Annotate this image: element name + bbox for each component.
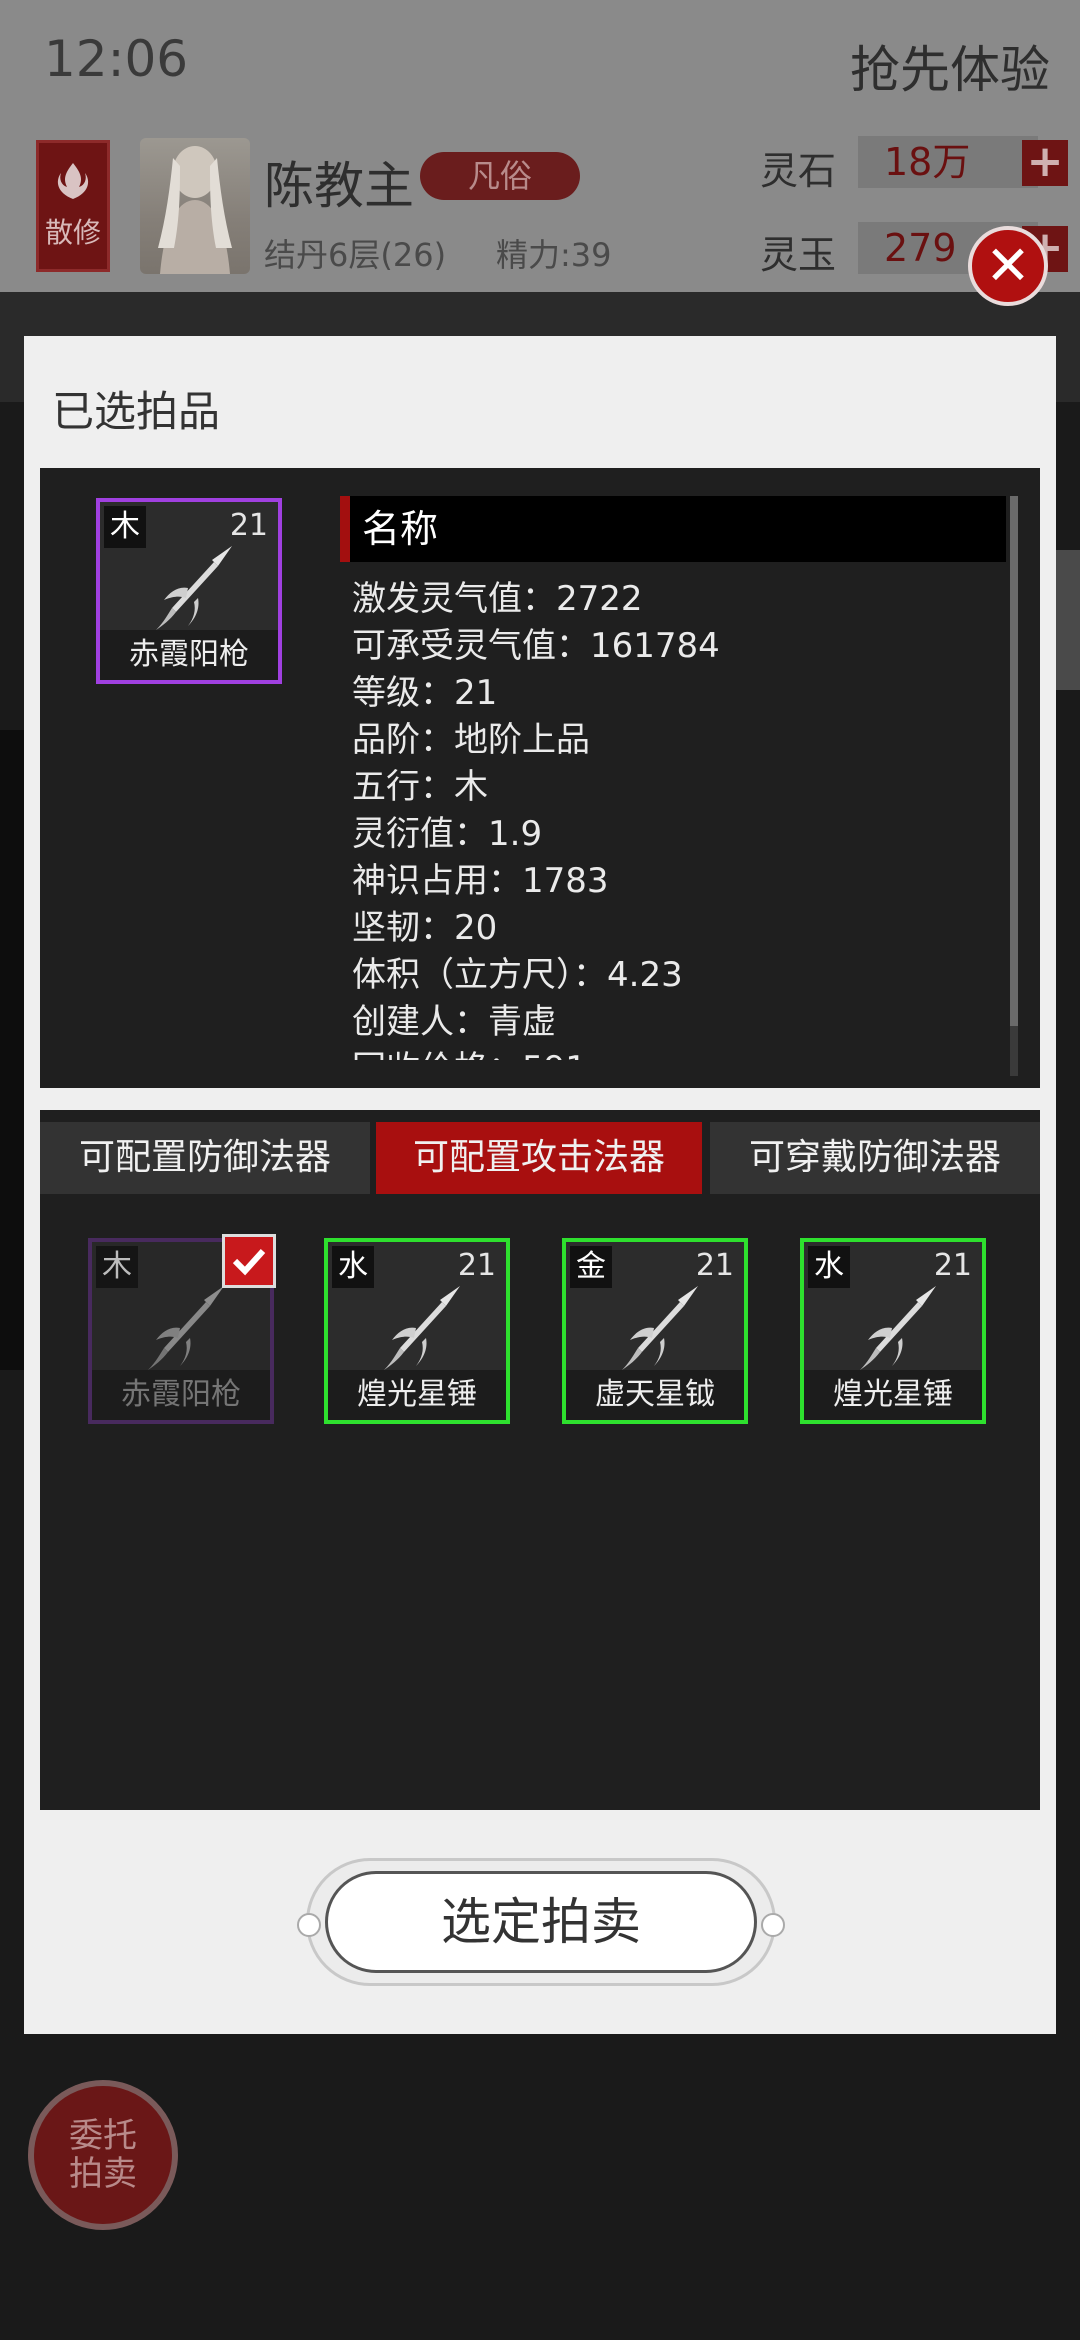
delegate-auction-button[interactable]: 委托 拍卖 — [28, 2080, 178, 2230]
add-spirit-stone-button[interactable]: + — [1022, 140, 1068, 186]
spirit-stone-value: 18万 — [858, 136, 1038, 188]
selected-item-slot[interactable]: 木 21 赤霞阳枪 — [96, 498, 282, 684]
early-access-label: 抢先体验 — [850, 41, 1050, 99]
character-portrait-icon — [158, 146, 232, 274]
stat-creator: 创建人：青虚 — [352, 1002, 556, 1042]
stat-recycle-price: 回收价格：591 — [352, 1046, 992, 1060]
spirit-stone-label: 灵石 — [760, 149, 837, 193]
selected-lot-dialog: 已选拍品 木 21 赤霞阳枪 名称 激发灵气值：2722 可承受灵气值：1617… — [24, 336, 1056, 2034]
item-detail-panel: 木 21 赤霞阳枪 名称 激发灵气值：2722 可承受灵气值：161784 等级… — [40, 468, 1040, 1088]
item-list-panel: 可配置防御法器 可配置攻击法器 可穿戴防御法器 木 赤霞阳枪 水 21 煌光星锤… — [40, 1110, 1040, 1810]
item-stats-list[interactable]: 激发灵气值：2722 可承受灵气值：161784 等级：21 品阶：地阶上品 五… — [352, 576, 992, 1060]
item-slot[interactable]: 水 21 煌光星锤 — [324, 1238, 510, 1424]
cultivation-realm: 结丹6层(26) — [264, 236, 447, 274]
scroll-thumb[interactable] — [1010, 496, 1018, 1026]
tab-defense-config[interactable]: 可配置防御法器 — [40, 1122, 370, 1194]
dialog-title: 已选拍品 — [52, 387, 221, 436]
rank-badge: 凡俗 — [420, 152, 580, 200]
item-slot[interactable]: 水 21 煌光星锤 — [800, 1238, 986, 1424]
selected-check-badge — [222, 1234, 276, 1288]
spear-icon — [622, 1286, 698, 1370]
delegate-label-line1: 委托 — [69, 2116, 137, 2156]
stat-level: 等级：21 — [352, 673, 498, 713]
element-badge: 水 — [808, 1246, 850, 1288]
stat-element: 五行：木 — [352, 767, 488, 807]
spirit-jade-label: 灵玉 — [760, 233, 837, 277]
confirm-button-frame: 选定拍卖 — [297, 1858, 785, 1986]
stat-sense: 神识占用：1783 — [352, 861, 609, 901]
element-badge: 木 — [104, 506, 146, 548]
close-button[interactable]: ✕ — [968, 226, 1048, 306]
element-badge: 木 — [96, 1246, 138, 1288]
info-header: 名称 — [340, 496, 1006, 562]
info-scrollbar[interactable] — [1010, 496, 1018, 1076]
stat-derive: 灵衍值：1.9 — [352, 814, 543, 854]
stat-volume: 体积（立方尺）：4.23 — [352, 955, 683, 995]
flame-icon — [57, 163, 89, 199]
element-badge: 水 — [332, 1246, 374, 1288]
plus-icon: + — [1026, 136, 1064, 187]
button-knob-left — [297, 1913, 321, 1937]
background-list-edge — [0, 730, 24, 1370]
item-name: 煌光星锤 — [804, 1370, 982, 1420]
avatar[interactable] — [140, 138, 250, 274]
element-badge: 金 — [570, 1246, 612, 1288]
status-time: 12:06 — [44, 30, 189, 88]
item-name: 煌光星锤 — [328, 1370, 506, 1420]
tab-wearable-defense[interactable]: 可穿戴防御法器 — [710, 1122, 1040, 1194]
item-slot[interactable]: 金 21 虚天星钺 — [562, 1238, 748, 1424]
spear-icon — [148, 1286, 224, 1370]
item-level: 21 — [933, 1248, 972, 1283]
spear-icon — [860, 1286, 936, 1370]
energy-value: 精力:39 — [496, 236, 612, 274]
tab-attack-config[interactable]: 可配置攻击法器 — [376, 1122, 702, 1194]
spear-icon — [384, 1286, 460, 1370]
check-icon — [232, 1248, 266, 1276]
stat-grade: 品阶：地阶上品 — [352, 720, 590, 760]
stat-capacity: 可承受灵气值：161784 — [352, 626, 720, 666]
select-auction-button[interactable]: 选定拍卖 — [325, 1871, 757, 1973]
close-icon: ✕ — [985, 234, 1031, 297]
item-level: 21 — [457, 1248, 496, 1283]
delegate-label-line2: 拍卖 — [69, 2154, 137, 2194]
item-name: 赤霞阳枪 — [92, 1370, 270, 1420]
item-name: 赤霞阳枪 — [100, 630, 278, 680]
sect-label: 散修 — [44, 216, 101, 249]
item-level: 21 — [229, 508, 268, 543]
item-level: 21 — [695, 1248, 734, 1283]
button-knob-right — [761, 1913, 785, 1937]
background-scroll-edge — [1056, 550, 1080, 690]
spear-icon — [156, 546, 232, 630]
player-name: 陈教主 — [264, 157, 414, 215]
item-name: 虚天星钺 — [566, 1370, 744, 1420]
stat-toughness: 坚韧：20 — [352, 908, 498, 948]
sect-badge[interactable]: 散修 — [36, 140, 110, 272]
stat-activation: 激发灵气值：2722 — [352, 579, 643, 619]
top-bar: 12:06 抢先体验 散修 陈教主 凡俗 结丹6层(26) 精力:39 灵石 1… — [0, 0, 1080, 292]
